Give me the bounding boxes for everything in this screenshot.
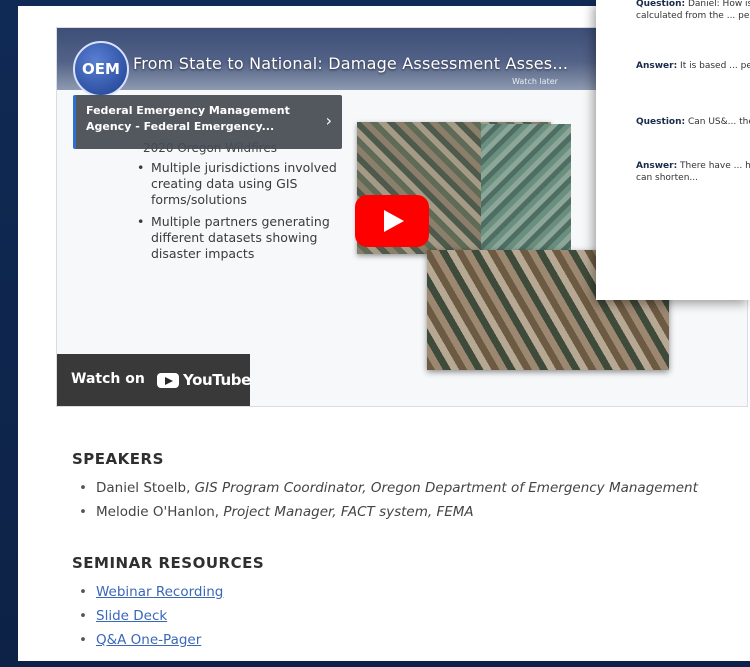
qa-one-pager-link[interactable]: Q&A One-Pager bbox=[96, 632, 201, 648]
video-title[interactable]: From State to National: Damage Assessmen… bbox=[133, 54, 568, 73]
list-item: Daniel Stoelb, GIS Program Coordinator, … bbox=[72, 476, 698, 500]
qa-label: Question: bbox=[636, 0, 686, 9]
list-item: Melodie O'Hanlon, Project Manager, FACT … bbox=[72, 500, 698, 524]
list-item: Q&A One-Pager bbox=[72, 628, 223, 652]
list-item: Webinar Recording bbox=[72, 580, 223, 604]
speaker-role: GIS Program Coordinator, Oregon Departme… bbox=[194, 480, 698, 496]
qa-text: Can US&... the FEMA FACTS sy... bbox=[687, 117, 750, 127]
qa-answer-1: Answer: It is based ... percentage total… bbox=[636, 60, 750, 72]
qa-answer-2: Answer: There have ... help inform PDAs.… bbox=[636, 160, 750, 184]
slide-deck-link[interactable]: Slide Deck bbox=[96, 608, 167, 624]
aerial-image-1b bbox=[481, 124, 571, 250]
speakers-list: Daniel Stoelb, GIS Program Coordinator, … bbox=[72, 476, 698, 524]
speaker-role: Project Manager, FACT system, FEMA bbox=[223, 504, 474, 520]
qa-label: Answer: bbox=[636, 61, 678, 71]
speakers-heading: SPEAKERS bbox=[72, 450, 164, 468]
speaker-name: Melodie O'Hanlon, bbox=[96, 504, 224, 520]
list-item: Slide Deck bbox=[72, 604, 223, 628]
youtube-logo-icon bbox=[157, 373, 179, 388]
slide-bullet: Multiple jurisdictions involved creating… bbox=[135, 160, 355, 208]
slide-bullet: Multiple partners generating different d… bbox=[135, 214, 355, 262]
speaker-name: Daniel Stoelb, bbox=[96, 480, 195, 496]
resources-heading: SEMINAR RESOURCES bbox=[72, 554, 265, 572]
playlist-card-label: Federal Emergency Management Agency - Fe… bbox=[86, 104, 290, 133]
watch-on-youtube-button[interactable]: Watch on YouTube bbox=[57, 354, 251, 406]
watch-on-label: Watch on bbox=[71, 371, 145, 387]
qa-question-1: Question: Daniel: How is the damage perc… bbox=[636, 0, 750, 22]
qa-text: It is based ... percentage totals to ... bbox=[680, 61, 750, 71]
watch-later-label[interactable]: Watch later bbox=[512, 77, 558, 86]
channel-logo-icon[interactable]: OEM bbox=[73, 41, 129, 97]
playlist-card[interactable]: Federal Emergency Management Agency - Fe… bbox=[73, 95, 342, 149]
slide-bullets: Multiple jurisdictions involved creating… bbox=[135, 160, 355, 268]
webinar-recording-link[interactable]: Webinar Recording bbox=[96, 584, 223, 600]
resources-list: Webinar Recording Slide Deck Q&A One-Pag… bbox=[72, 580, 223, 652]
qa-one-pager-overlay: Question: Daniel: How is the damage perc… bbox=[596, 0, 750, 300]
qa-label: Question: bbox=[636, 117, 686, 127]
play-button-icon[interactable] bbox=[355, 195, 429, 247]
qa-label: Answer: bbox=[636, 161, 678, 171]
chevron-right-icon: › bbox=[325, 111, 332, 130]
qa-question-2: Question: Can US&... the FEMA FACTS sy..… bbox=[636, 116, 750, 128]
youtube-wordmark: YouTube bbox=[183, 371, 251, 389]
